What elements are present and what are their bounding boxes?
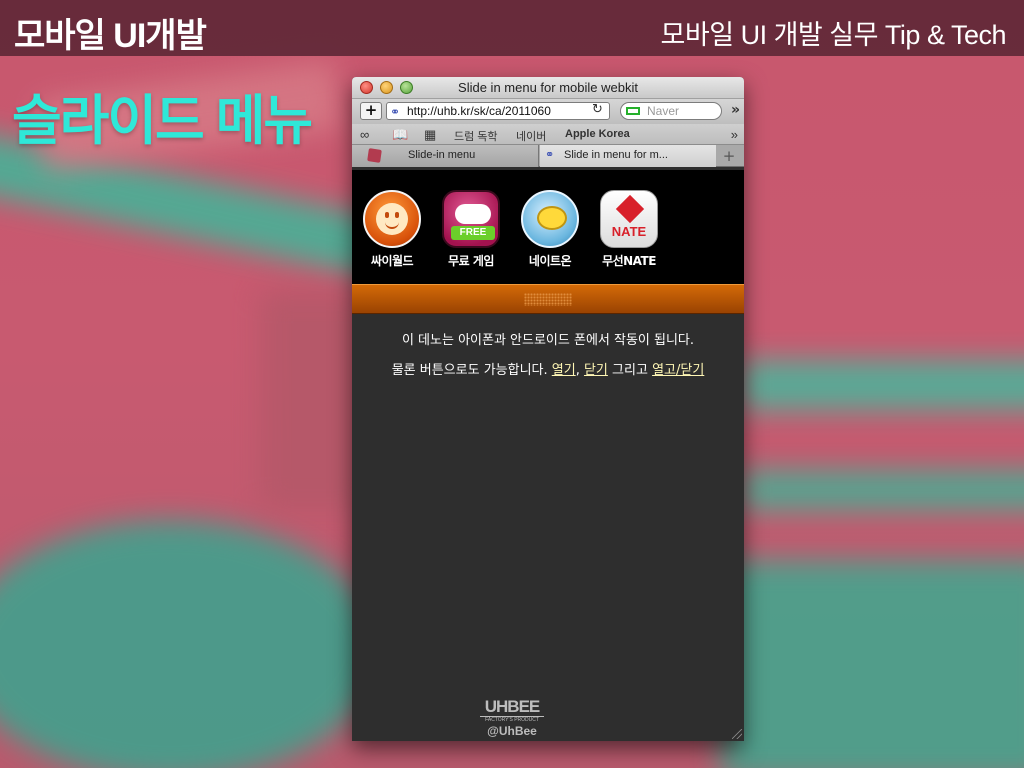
toggle-menu-link[interactable]: 열고/닫기 xyxy=(652,363,704,378)
background-shape xyxy=(740,360,1024,410)
bookmark-item[interactable]: 네이버 xyxy=(516,128,546,144)
window-title: Slide in menu for mobile webkit xyxy=(458,80,638,95)
search-field[interactable]: Naver xyxy=(620,102,722,120)
uhbee-logo: UHBEE xyxy=(480,698,544,717)
header-right-title: 모바일 UI 개발 실무 Tip & Tech xyxy=(660,20,1007,50)
open-menu-link[interactable]: 열기 xyxy=(552,363,576,378)
link-icon: ⚭ xyxy=(390,105,401,119)
page-content: 싸이월드 FREE 무료 게임 네이트온 NATE 무선NATE 이 데노는 아… xyxy=(352,170,744,741)
background-shape xyxy=(0,520,380,768)
bookmarks-overflow-icon[interactable]: » xyxy=(731,127,738,142)
app-label: 무료 게임 xyxy=(448,254,494,268)
background-shape xyxy=(740,470,1024,510)
bookmarks-bar: ∞ 📖 ▦ 드럼 독학 네이버 Apple Korea » xyxy=(352,124,744,145)
book-icon[interactable]: 📖 xyxy=(392,127,408,143)
app-nateon[interactable]: 네이트온 xyxy=(515,190,585,269)
drag-grip-icon[interactable] xyxy=(524,293,572,306)
search-placeholder: Naver xyxy=(647,104,680,118)
add-bookmark-button[interactable]: + xyxy=(360,102,382,120)
search-engine-icon xyxy=(626,107,640,115)
tab-slide-in-menu-webkit[interactable]: ⚭ Slide in menu for m... xyxy=(540,145,716,167)
tab-slide-in-menu[interactable]: Slide-in menu xyxy=(352,145,539,167)
cube-favicon-icon xyxy=(367,148,382,163)
bookmark-item[interactable]: Apple Korea xyxy=(565,128,630,140)
watermark-subtitle: FACTORY'S PRODUCT xyxy=(485,717,539,723)
tab-bar: Slide-in menu ⚭ Slide in menu for m... + xyxy=(352,145,744,167)
header-left-title: 모바일 UI개발 xyxy=(14,17,207,55)
slide-menu-panel: 싸이월드 FREE 무료 게임 네이트온 NATE 무선NATE xyxy=(352,170,744,284)
app-cyworld[interactable]: 싸이월드 xyxy=(357,190,427,269)
slide-header: 모바일 UI개발 모바일 UI 개발 실무 Tip & Tech xyxy=(0,0,1024,56)
browser-toolbar: + ⚭ http://uhb.kr/sk/ca/2011060 ↻ Naver … xyxy=(352,99,744,124)
uhbee-watermark: UHBEE FACTORY'S PRODUCT @UhBee xyxy=(480,698,544,739)
address-field[interactable]: ⚭ http://uhb.kr/sk/ca/2011060 xyxy=(386,102,610,120)
free-badge: FREE xyxy=(451,226,495,240)
cyworld-icon[interactable] xyxy=(363,190,421,248)
app-label: 무선NATE xyxy=(602,254,656,268)
separator: , xyxy=(575,363,580,378)
app-free-game[interactable]: FREE 무료 게임 xyxy=(436,190,506,269)
link-favicon-icon: ⚭ xyxy=(545,149,555,161)
slide-menu-handle[interactable] xyxy=(352,284,744,314)
nate-wordmark: NATE xyxy=(611,224,647,239)
browser-window: Slide in menu for mobile webkit + ⚭ http… xyxy=(352,77,744,741)
demo-message: 이 데노는 아이폰과 안드로이드 폰에서 작동이 됩니다. 물론 버튼으로도 가… xyxy=(352,314,744,386)
background-shape xyxy=(720,560,1024,768)
new-tab-button[interactable]: + xyxy=(718,146,740,166)
nateon-icon[interactable] xyxy=(521,190,579,248)
tab-label: Slide in menu for m... xyxy=(564,149,668,161)
game-controller-icon[interactable]: FREE xyxy=(442,190,500,248)
reload-icon[interactable]: ↻ xyxy=(592,102,603,117)
app-label: 싸이월드 xyxy=(370,254,414,268)
tab-label: Slide-in menu xyxy=(408,149,476,161)
slide-title: 슬라이드 메뉴 xyxy=(12,91,313,151)
message-line-1: 이 데노는 아이폰과 안드로이드 폰에서 작동이 됩니다. xyxy=(401,333,695,348)
message-line-2: 물론 버튼으로도 가능합니다. 열기, 닫기 그리고 열고/닫기 xyxy=(352,356,744,386)
address-text: http://uhb.kr/sk/ca/2011060 xyxy=(407,104,551,118)
close-menu-link[interactable]: 닫기 xyxy=(584,363,608,378)
toolbar-overflow-icon[interactable]: » xyxy=(731,102,740,118)
message-prefix: 물론 버튼으로도 가능합니다. xyxy=(391,363,548,378)
app-mobile-nate[interactable]: NATE 무선NATE xyxy=(594,190,664,269)
watermark-handle: @UhBee xyxy=(487,724,537,738)
connector-text: 그리고 xyxy=(612,363,648,378)
window-titlebar[interactable]: Slide in menu for mobile webkit xyxy=(352,77,744,99)
grid-icon[interactable]: ▦ xyxy=(424,127,436,143)
bookmark-item[interactable]: 드럼 독학 xyxy=(454,128,498,144)
app-label: 네이트온 xyxy=(528,254,572,268)
resize-grip-icon[interactable] xyxy=(732,729,742,739)
nate-icon[interactable]: NATE xyxy=(600,190,658,248)
reading-glasses-icon[interactable]: ∞ xyxy=(360,127,369,142)
